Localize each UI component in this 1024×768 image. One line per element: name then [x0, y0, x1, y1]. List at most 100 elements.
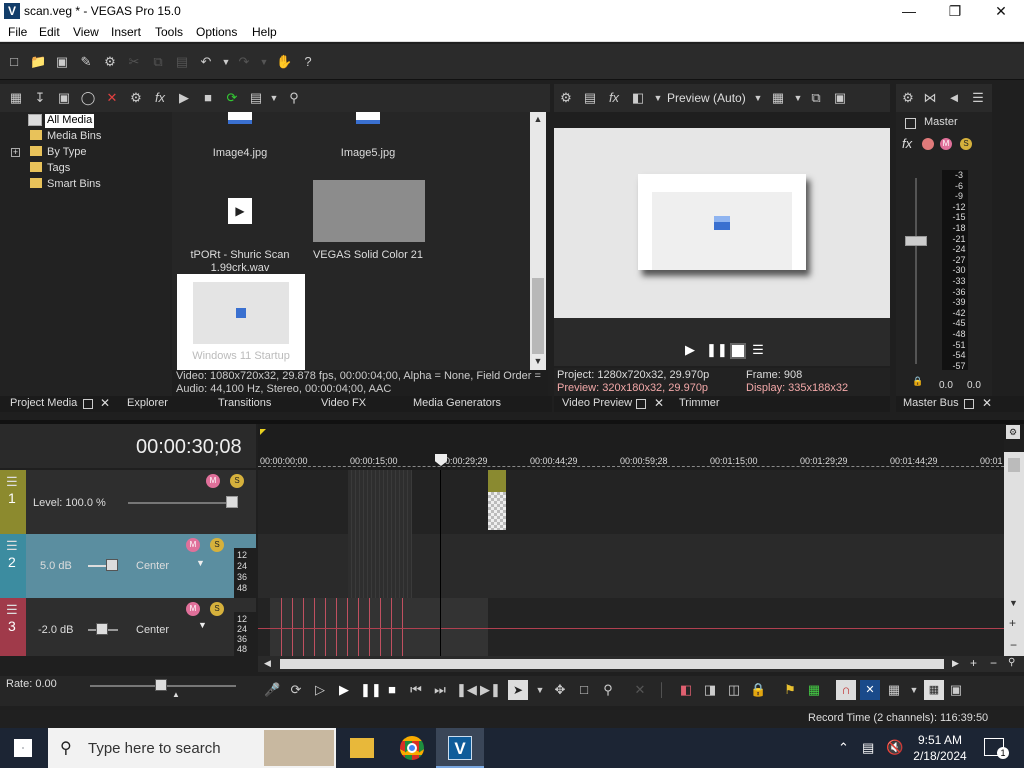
clock-time[interactable]: 9:51 AM: [916, 733, 964, 747]
paste-icon[interactable]: ▤: [174, 54, 190, 70]
timeline-tracks[interactable]: [258, 470, 1004, 656]
solo-icon[interactable]: S: [230, 474, 244, 488]
import-media-icon[interactable]: ↧: [32, 90, 48, 106]
zoom-in-vertical-icon[interactable]: +: [1009, 616, 1016, 630]
scroll-thumb[interactable]: [280, 659, 944, 669]
record-icon[interactable]: 🎤: [264, 682, 280, 698]
timeline-ruler[interactable]: 00:00:00;00 00:00:15;00 00:00:29;29 00:0…: [258, 440, 1004, 470]
zoom-out-icon[interactable]: −: [990, 656, 997, 670]
play-from-start-icon[interactable]: ▷: [312, 682, 328, 698]
vertical-scrollbar[interactable]: ▼ + −: [1004, 452, 1024, 656]
ripple-dropdown-icon[interactable]: ▼: [906, 682, 922, 698]
menu-help[interactable]: Help: [252, 25, 277, 39]
overlays-grid-icon[interactable]: ▦: [770, 90, 786, 106]
video-preview-screen[interactable]: [554, 128, 890, 318]
mute-icon[interactable]: M: [186, 538, 200, 552]
downmix-icon[interactable]: ⋈: [922, 90, 938, 106]
menu-view[interactable]: View: [73, 25, 99, 39]
views-dropdown-icon[interactable]: ▼: [266, 90, 282, 106]
tree-item-tags[interactable]: Tags: [30, 162, 70, 176]
level-slider-thumb[interactable]: [226, 496, 238, 508]
track-1-header[interactable]: ☰ 1 M S Level: 100.0 %: [0, 470, 256, 534]
tab-transitions[interactable]: Transitions: [218, 397, 271, 409]
mute-icon[interactable]: M: [186, 602, 200, 616]
file-explorer-icon[interactable]: [350, 738, 374, 758]
quality-dropdown-icon[interactable]: ▼: [750, 90, 766, 106]
go-to-end-icon[interactable]: ⏭: [432, 682, 448, 698]
stop-icon[interactable]: ■: [384, 682, 400, 698]
media-fx-icon[interactable]: fx: [152, 90, 168, 106]
ripple-edit-icon[interactable]: ▦: [886, 682, 902, 698]
zoom-edit-tool-icon[interactable]: ⚲: [600, 682, 616, 698]
menu-icon[interactable]: ☰: [750, 342, 766, 358]
pause-icon[interactable]: ❚❚: [360, 682, 382, 698]
plugin-chain-icon[interactable]: [922, 138, 934, 150]
previous-frame-icon[interactable]: ❚◀: [456, 682, 477, 698]
dim-output-icon[interactable]: ◄: [946, 90, 962, 106]
copy-icon[interactable]: ⧉: [150, 54, 166, 70]
trim-end-icon[interactable]: ◨: [702, 682, 718, 698]
windows-startup-item[interactable]: Windows 11 Startup: [177, 274, 305, 370]
solo-icon[interactable]: S: [210, 538, 224, 552]
zoom-out-vertical-icon[interactable]: −: [1010, 638, 1017, 652]
solid-color-thumbnail[interactable]: [313, 180, 425, 242]
network-icon[interactable]: ▤: [862, 740, 874, 756]
save-icon[interactable]: ▣: [54, 54, 70, 70]
menu-tools[interactable]: Tools: [155, 25, 183, 39]
redo-dropdown-icon[interactable]: ▼: [256, 54, 272, 70]
tree-item-all-media[interactable]: All Media: [45, 114, 95, 128]
media-views-icon[interactable]: ▦: [8, 90, 24, 106]
tab-master-bus[interactable]: Master Bus: [903, 397, 959, 409]
trim-start-icon[interactable]: ◧: [678, 682, 694, 698]
maximize-button[interactable]: ❐: [932, 0, 978, 22]
windows-start-icon[interactable]: [14, 739, 32, 757]
close-tab-icon[interactable]: ✕: [100, 396, 110, 410]
tab-media-generators[interactable]: Media Generators: [413, 397, 501, 409]
horizontal-scrollbar[interactable]: ◀ ▶ + − ⚲: [258, 656, 1024, 672]
trim-icon[interactable]: │: [654, 682, 670, 698]
new-file-icon[interactable]: □: [6, 54, 22, 70]
menu-options[interactable]: Options: [196, 25, 237, 39]
media-scrollbar[interactable]: ▲ ▼: [530, 112, 546, 370]
tab-video-fx[interactable]: Video FX: [321, 397, 366, 409]
master-fx-icon[interactable]: fx: [902, 136, 912, 151]
undock-icon[interactable]: [964, 399, 974, 409]
play-icon[interactable]: ▶: [682, 342, 698, 358]
tree-item-smart-bins[interactable]: Smart Bins: [30, 178, 101, 192]
video-event[interactable]: [488, 470, 506, 530]
go-to-start-icon[interactable]: ⏮: [408, 682, 424, 698]
lock-event-icon[interactable]: 🔒: [750, 682, 766, 698]
close-button[interactable]: ✕: [978, 0, 1024, 22]
selection-tool-icon[interactable]: □: [576, 682, 592, 698]
video-output-fx-icon[interactable]: fx: [606, 90, 622, 106]
rate-slider-thumb[interactable]: [155, 679, 167, 691]
track-menu-icon[interactable]: ☰: [6, 538, 18, 554]
help-icon[interactable]: ?: [300, 54, 316, 70]
split-dropdown-icon[interactable]: ▼: [650, 90, 666, 106]
snapping-magnet-icon[interactable]: ∩: [836, 680, 856, 700]
external-monitor-icon[interactable]: ▤: [582, 90, 598, 106]
show-hidden-icons[interactable]: ⌃: [838, 740, 849, 756]
undo-dropdown-icon[interactable]: ▼: [218, 54, 234, 70]
track-3-header[interactable]: ☰ 3 M S -2.0 dB Center ▼ 12 24 36 48: [0, 598, 256, 656]
next-frame-icon[interactable]: ▶❚: [480, 682, 501, 698]
auto-preview-icon[interactable]: ⟳: [224, 90, 240, 106]
expand-by-type-icon[interactable]: +: [11, 148, 20, 157]
mute-icon[interactable]: M: [206, 474, 220, 488]
minimize-button[interactable]: —: [886, 0, 932, 22]
remove-media-icon[interactable]: ✕: [104, 90, 120, 106]
normal-edit-tool-icon[interactable]: ➤: [508, 680, 528, 700]
redo-icon[interactable]: ↷: [236, 54, 252, 70]
mixer-options-icon[interactable]: ☰: [970, 90, 986, 106]
scroll-down-icon[interactable]: ▼: [532, 356, 544, 366]
pan-slider-thumb[interactable]: ▼: [196, 558, 205, 568]
delete-icon[interactable]: ✕: [632, 682, 648, 698]
envelope-tool-icon[interactable]: ✥: [552, 682, 568, 698]
insert-marker-icon[interactable]: ⚑: [782, 682, 798, 698]
level-slider[interactable]: [128, 502, 238, 504]
auto-crossfade-icon[interactable]: ✕: [860, 680, 880, 700]
close-tab-icon[interactable]: ✕: [654, 396, 664, 410]
taskbar-search[interactable]: ⚲ Type here to search: [48, 728, 336, 768]
mixer-settings-icon[interactable]: ⚙: [900, 90, 916, 106]
master-checkbox[interactable]: [905, 118, 916, 129]
